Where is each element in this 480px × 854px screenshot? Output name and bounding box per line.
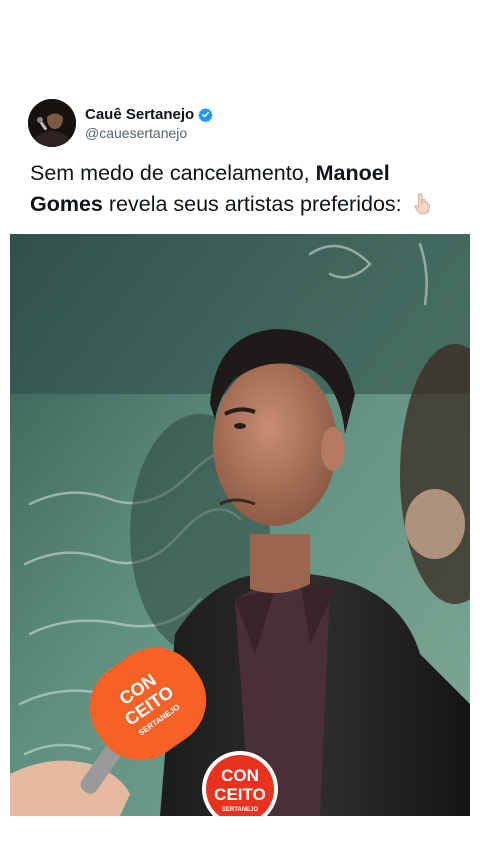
logo-line1: CON xyxy=(221,766,259,785)
user-meta: Cauê Sertanejo @cauesertanejo xyxy=(85,106,213,141)
post-header: Cauê Sertanejo @cauesertanejo xyxy=(28,99,213,147)
display-name[interactable]: Cauê Sertanejo xyxy=(85,106,194,123)
avatar[interactable] xyxy=(28,99,76,147)
user-handle[interactable]: @cauesertanejo xyxy=(85,125,213,141)
pointing-down-emoji-icon xyxy=(414,193,430,215)
tweet-text: Sem medo de cancelamento, Manoel Gomes r… xyxy=(30,158,460,220)
tweet-text-part1: Sem medo de cancelamento, xyxy=(30,161,316,185)
tweet-text-part2: revela seus artistas preferidos: xyxy=(102,192,402,216)
video-frame-image: CON CEITO SERTANEJO CON CEITO SERTANEJO xyxy=(10,234,470,816)
name-row: Cauê Sertanejo xyxy=(85,106,213,123)
logo-line2: CEITO xyxy=(214,785,266,804)
logo-line3: SERTANEJO xyxy=(222,807,259,813)
verified-badge-icon xyxy=(198,107,213,122)
video-media[interactable]: CON CEITO SERTANEJO CON CEITO SERTANEJO xyxy=(10,234,470,816)
